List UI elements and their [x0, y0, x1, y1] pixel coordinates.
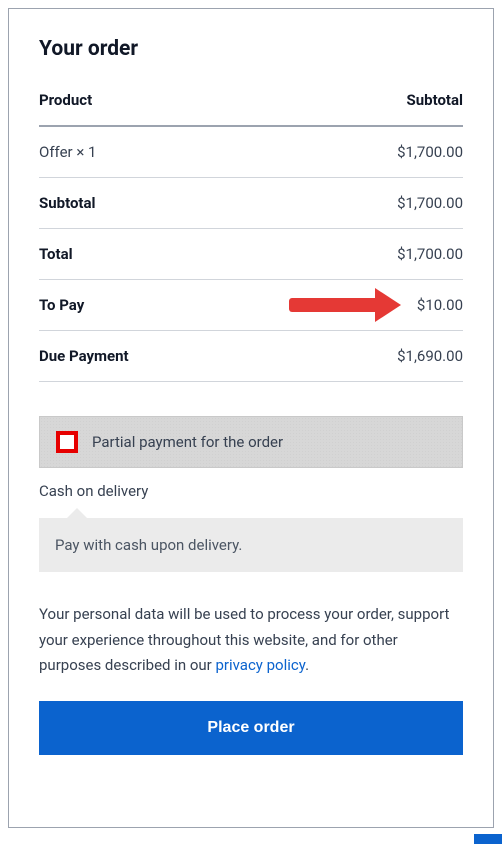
privacy-text-after: . — [305, 656, 309, 674]
order-due-payment-row: Due Payment $1,690.00 — [39, 331, 463, 382]
privacy-notice: Your personal data will be used to proce… — [39, 602, 463, 679]
total-label: Total — [39, 245, 73, 263]
header-subtotal: Subtotal — [407, 91, 464, 109]
payment-method-label: Partial payment for the order — [92, 433, 283, 451]
arrow-icon — [289, 288, 401, 322]
cash-on-delivery-label: Cash on delivery — [39, 482, 463, 500]
place-order-button[interactable]: Place order — [39, 701, 463, 755]
payment-method-option[interactable]: Partial payment for the order — [39, 416, 463, 468]
to-pay-value: $10.00 — [417, 296, 463, 314]
total-value: $1,700.00 — [397, 245, 463, 263]
line-item-value: $1,700.00 — [397, 143, 463, 161]
radio-icon[interactable] — [56, 431, 78, 453]
subtotal-value: $1,700.00 — [397, 194, 463, 212]
order-subtotal-row: Subtotal $1,700.00 — [39, 178, 463, 229]
due-payment-value: $1,690.00 — [397, 347, 463, 365]
order-header-row: Product Subtotal — [39, 85, 463, 127]
order-summary-panel: Your order Product Subtotal Offer × 1 $1… — [8, 8, 494, 828]
order-total-row: Total $1,700.00 — [39, 229, 463, 280]
order-heading: Your order — [39, 37, 463, 61]
to-pay-label: To Pay — [39, 296, 84, 314]
order-to-pay-row: To Pay $10.00 — [39, 280, 463, 331]
subtotal-label: Subtotal — [39, 194, 96, 212]
privacy-policy-link[interactable]: privacy policy — [215, 656, 305, 674]
cash-on-delivery-description: Pay with cash upon delivery. — [39, 518, 463, 572]
header-product: Product — [39, 91, 92, 109]
order-line-item: Offer × 1 $1,700.00 — [39, 127, 463, 178]
line-item-label: Offer × 1 — [39, 143, 97, 161]
due-payment-label: Due Payment — [39, 347, 129, 365]
